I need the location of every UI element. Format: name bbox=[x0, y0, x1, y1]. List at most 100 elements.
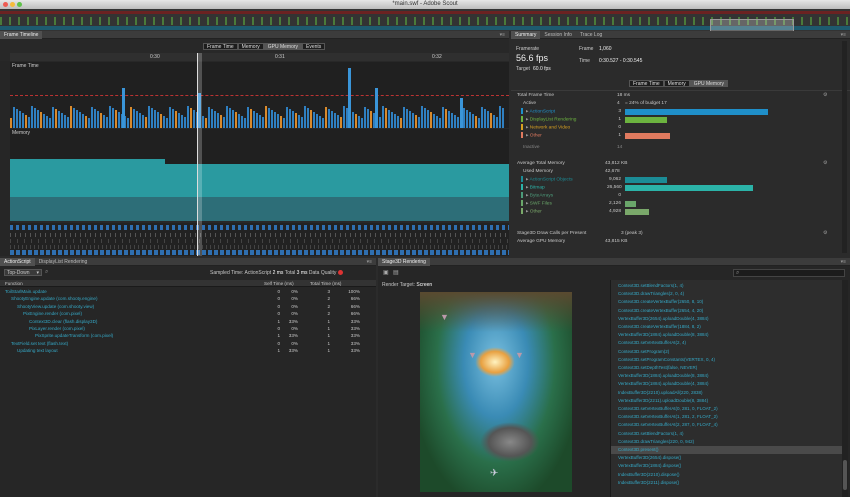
mode-memory[interactable]: Memory bbox=[237, 43, 264, 50]
summary-mode-memory[interactable]: Memory bbox=[663, 80, 690, 87]
call-list-item[interactable]: Context3D.setVertexBufferAt(2, 4) bbox=[611, 339, 843, 347]
breakdown-row[interactable]: ▸ ByteArrays 0 bbox=[521, 192, 841, 199]
call-list-scrollbar[interactable] bbox=[842, 280, 848, 497]
call-list-item[interactable]: IndexBuffer3D(2210).dispose() bbox=[611, 471, 843, 479]
breakdown-row[interactable]: ▸ ActionScript Objects 9,062 bbox=[521, 176, 841, 183]
mode-frame-time[interactable]: Frame Time bbox=[203, 43, 238, 50]
breakdown-row[interactable]: ▸ ActionScript 3 bbox=[521, 108, 841, 115]
call-list-item[interactable]: Context3D.setBlendFactors(1, 4) bbox=[611, 430, 843, 438]
call-list-item[interactable]: VertexBuffer3D(2654).uploadDouble(4, 388… bbox=[611, 315, 843, 323]
frame-bar bbox=[358, 116, 360, 128]
breakdown-row[interactable]: ▸ Other 1 bbox=[521, 132, 841, 139]
call-list-item[interactable]: VertexBuffer3D(1884).uploadDouble(4, 388… bbox=[611, 380, 843, 388]
search-icon[interactable]: ⌕ bbox=[45, 269, 48, 276]
summary-divider bbox=[511, 90, 850, 91]
col-function[interactable]: Function bbox=[5, 280, 23, 287]
call-list-item[interactable]: Context3D.drawTriangles(2, 0, 4) bbox=[611, 290, 843, 298]
self-pct-cell: 0% bbox=[291, 303, 298, 309]
call-list-item[interactable]: IndexBuffer3D(2210).uploadAll(220, 2838) bbox=[611, 389, 843, 397]
breakdown-row[interactable]: ▸ Network and Video 0 bbox=[521, 124, 841, 131]
call-search-input[interactable]: ⌕ bbox=[733, 269, 845, 277]
session-overview[interactable] bbox=[0, 9, 850, 40]
panel-menu-icon[interactable]: ▾≡ bbox=[500, 32, 505, 38]
call-list-item[interactable]: Context3D.drawTriangles(220, 0, 942) bbox=[611, 438, 843, 446]
frame-selection-cursor[interactable] bbox=[197, 53, 202, 256]
call-list-item[interactable]: VertexBuffer3D(1884).uploadDouble(8, 388… bbox=[611, 331, 843, 339]
view-select[interactable]: Top-Down ▾ bbox=[4, 269, 42, 276]
call-list-item[interactable]: IndexBuffer3D(2211).dispose() bbox=[611, 479, 843, 487]
frame-bar bbox=[502, 108, 504, 128]
table-row[interactable]: Context3D.clear (flash.display3D) 1 33% 1 33… bbox=[0, 318, 376, 325]
call-list-item[interactable]: Context3D.createVertexBuffer(2654, 4, 20… bbox=[611, 307, 843, 315]
summary-scrollbar[interactable] bbox=[842, 41, 847, 253]
call-list-item[interactable]: Context3D.setVertexBufferAt(0, 281, 0, F… bbox=[611, 405, 843, 413]
breakdown-row[interactable]: ▸ SWF Files 2,126 bbox=[521, 200, 841, 207]
tab-summary[interactable]: Summary bbox=[511, 31, 541, 39]
gear-icon[interactable]: ⚙ bbox=[823, 92, 827, 98]
call-list-item[interactable]: VertexBuffer3D(1884).uploadDouble(8, 388… bbox=[611, 372, 843, 380]
call-list-item[interactable]: Context3D.setProgram(2) bbox=[611, 348, 843, 356]
call-list-item[interactable]: Context3D.setVertexBufferAt(1, 281, 2, F… bbox=[611, 413, 843, 421]
frame-bar bbox=[76, 110, 78, 128]
panel-menu-icon[interactable]: ▾≡ bbox=[841, 259, 846, 265]
tab-trace-log[interactable]: Trace Log bbox=[576, 31, 606, 39]
close-window-button[interactable] bbox=[3, 2, 8, 7]
stage3d-panel: Stage3D Rendering ▾≡ ▣ ▤ ⌕ Render Target… bbox=[378, 258, 850, 497]
frame-bar bbox=[175, 111, 177, 128]
col-total-time[interactable]: Total Time (ms) bbox=[310, 280, 341, 287]
active-value: 4 bbox=[617, 101, 620, 106]
frame-bar bbox=[70, 106, 72, 128]
call-list-item[interactable]: Context3D.createVertexBuffer(1884, 8, 2) bbox=[611, 323, 843, 331]
wireframe-view-icon[interactable]: ▤ bbox=[393, 269, 399, 276]
tab-actionscript[interactable]: ActionScript bbox=[0, 258, 35, 266]
table-row[interactable]: PixSprite.updateTransform (com.pixel) 1 33… bbox=[0, 332, 376, 339]
minimize-window-button[interactable] bbox=[10, 2, 15, 7]
frame-bar bbox=[211, 109, 213, 128]
breakdown-row[interactable]: ▸ Other 4,928 bbox=[521, 208, 841, 215]
gear-icon[interactable]: ⚙ bbox=[823, 230, 827, 236]
table-row[interactable]: PixEngine.render (com.pixel) 0 0% 2 66% bbox=[0, 310, 376, 317]
table-row[interactable]: Updating text layout 1 33% 1 33% bbox=[0, 347, 376, 354]
summary-mode-gpu-memory[interactable]: GPU Memory bbox=[689, 80, 729, 87]
summary-mode-frame-time[interactable]: Frame Time bbox=[629, 80, 664, 87]
call-list-item[interactable]: VertexBuffer3D(2654).dispose() bbox=[611, 454, 843, 462]
self-time-cell: 0 bbox=[277, 303, 280, 309]
frame-bar bbox=[127, 118, 129, 128]
table-row[interactable]: ShootyView.update (com.shooty.view) 0 0% 2 6… bbox=[0, 303, 376, 310]
call-list-item[interactable]: Context3D.setBlendFactors(1, 4) bbox=[611, 282, 843, 290]
table-row[interactable]: ToilStarlMain.update 0 0% 3 100% bbox=[0, 288, 376, 295]
table-row[interactable]: PixLayer.render (com.pixel) 0 0% 1 33% bbox=[0, 325, 376, 332]
mode-gpu-memory[interactable]: GPU Memory bbox=[263, 43, 303, 50]
breakdown-row[interactable]: ▸ DisplayList Rendering 1 bbox=[521, 116, 841, 123]
activity-tracks[interactable] bbox=[10, 223, 509, 256]
mode-events[interactable]: Events bbox=[302, 43, 326, 50]
frame-time-graph[interactable]: Frame Time bbox=[10, 62, 509, 128]
tab-frame-timeline[interactable]: Frame Timeline bbox=[0, 31, 43, 39]
tab-stage3d-rendering[interactable]: Stage3D Rendering bbox=[378, 258, 430, 266]
call-list-item[interactable]: Context3D.present() bbox=[611, 446, 843, 454]
table-row[interactable]: ShootyEngine.update (com.shooty.engine) 0… bbox=[0, 295, 376, 302]
call-list-item[interactable]: Context3D.createVertexBuffer(2650, 8, 10… bbox=[611, 298, 843, 306]
tab-displaylist-rendering[interactable]: DisplayList Rendering bbox=[35, 258, 92, 266]
call-list-scroll-thumb[interactable] bbox=[843, 460, 847, 490]
breakdown-row[interactable]: ▸ Bitmap 26,560 bbox=[521, 184, 841, 191]
table-row[interactable]: TextField.set text (flash.text) 0 0% 1 33% bbox=[0, 340, 376, 347]
call-list-item[interactable]: Context3D.setDepthTest(false, NEVER) bbox=[611, 364, 843, 372]
time-ruler[interactable]: 0:30 0:31 0:32 bbox=[10, 53, 509, 61]
memory-graph[interactable]: Memory bbox=[10, 129, 509, 221]
frame-bar bbox=[58, 111, 60, 128]
breakdown-name: ActionScript bbox=[529, 109, 556, 115]
tab-session-info[interactable]: Session Info bbox=[540, 31, 576, 39]
col-self-time[interactable]: Self Time (ms) bbox=[264, 280, 294, 287]
call-list-item[interactable]: VertexBuffer3D(2211).uploadDouble(8, 388… bbox=[611, 397, 843, 405]
series-color-swatch bbox=[521, 184, 523, 190]
call-list-item[interactable]: Context3D.setVertexBufferAt(2, 287, 0, F… bbox=[611, 421, 843, 429]
panel-menu-icon[interactable]: ▾≡ bbox=[841, 32, 846, 38]
gear-icon[interactable]: ⚙ bbox=[823, 160, 827, 166]
zoom-window-button[interactable] bbox=[17, 2, 22, 7]
call-list-item[interactable]: Context3D.setProgramConstants(VERTEX, 0,… bbox=[611, 356, 843, 364]
frame-bar bbox=[133, 109, 135, 128]
panel-menu-icon[interactable]: ▾≡ bbox=[367, 259, 372, 265]
image-view-icon[interactable]: ▣ bbox=[383, 269, 389, 276]
call-list-item[interactable]: VertexBuffer3D(1884).dispose() bbox=[611, 462, 843, 470]
